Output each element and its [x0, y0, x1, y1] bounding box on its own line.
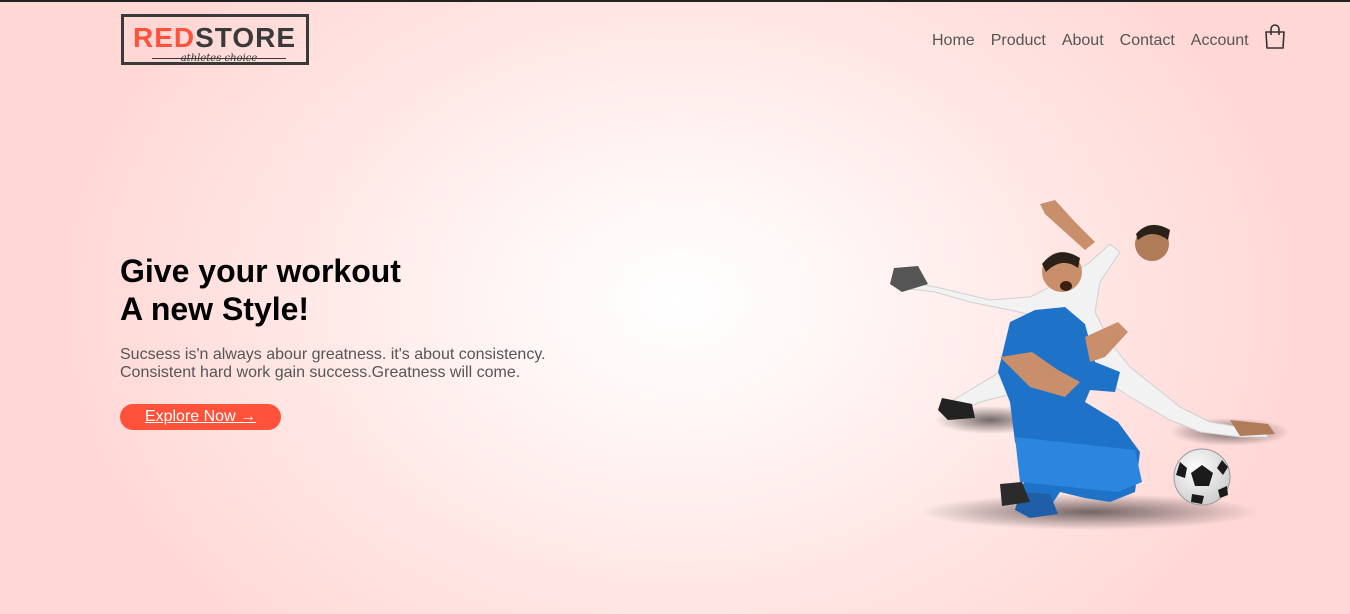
- hero-title: Give your workout A new Style!: [120, 252, 401, 328]
- hero-desc-line2: Consistent hard work gain success.Greatn…: [120, 364, 521, 381]
- hero-description: Sucsess is'n always abour greatness. it'…: [120, 346, 546, 382]
- nav-account[interactable]: Account: [1191, 32, 1249, 50]
- hero-title-line2: A new Style!: [120, 291, 310, 327]
- main-nav: Home Product About Contact Account: [924, 32, 1257, 50]
- nav-contact[interactable]: Contact: [1120, 32, 1175, 50]
- football-players-image: [890, 200, 1290, 530]
- logo-dark-text: STORE: [195, 22, 297, 53]
- logo-wordmark: REDSTORE: [133, 23, 296, 53]
- logo-red-text: RED: [133, 22, 196, 53]
- shopping-bag-icon[interactable]: [1264, 24, 1286, 50]
- nav-product[interactable]: Product: [991, 32, 1046, 50]
- logo[interactable]: REDSTORE athletes choice: [121, 14, 309, 65]
- logo-tagline: athletes choice: [180, 53, 258, 64]
- explore-now-button[interactable]: Explore Now →: [120, 404, 281, 430]
- nav-about[interactable]: About: [1062, 32, 1104, 50]
- hero-desc-line1: Sucsess is'n always abour greatness. it'…: [120, 346, 546, 363]
- hero-title-line1: Give your workout: [120, 253, 401, 289]
- nav-home[interactable]: Home: [932, 32, 975, 50]
